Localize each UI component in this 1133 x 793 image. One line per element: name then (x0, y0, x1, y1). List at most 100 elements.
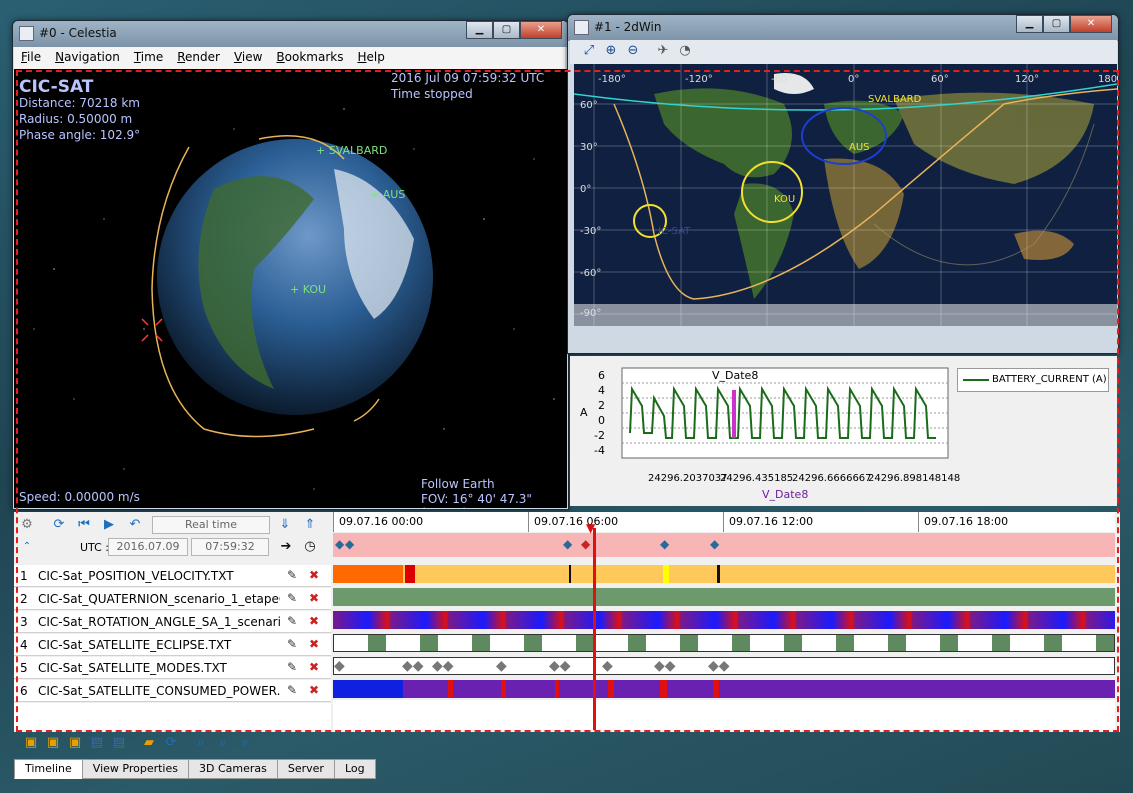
celestia-titlebar[interactable]: #0 - Celestia ▁ ▢ ✕ (13, 21, 568, 47)
satellite-icon[interactable]: ✈ (654, 43, 672, 61)
mode-marker: ◆◆ (654, 658, 676, 674)
timeline-row-label[interactable]: 2CIC-Sat_QUATERNION_scenario_1_etapeC.tx… (14, 588, 331, 610)
go-arrow-icon[interactable]: ➔ (277, 538, 295, 556)
edit-icon[interactable]: ✎ (284, 660, 300, 676)
world-map[interactable]: -180° -120° -60° 0° 60° 120° 180 60° 30°… (574, 64, 1117, 326)
edit-icon[interactable]: ✎ (284, 614, 300, 630)
menu-help[interactable]: Help (350, 47, 391, 69)
menu-time[interactable]: Time (127, 47, 170, 69)
tab-3d-cameras[interactable]: 3D Cameras (187, 759, 278, 779)
zoom-fit-icon[interactable]: ⌕ (192, 735, 210, 753)
refresh-icon[interactable]: ⟳ (162, 735, 180, 753)
mode-marker: ◆ (602, 658, 613, 674)
delete-icon[interactable]: ✖ (306, 591, 322, 607)
delete-icon[interactable]: ✖ (306, 660, 322, 676)
realtime-button[interactable]: Real time (152, 516, 270, 534)
loop-icon[interactable]: ⟳ (50, 516, 68, 534)
add-file-2-icon[interactable]: ▣ (44, 735, 62, 753)
phase-angle-text: Phase angle: 102.9° (19, 128, 141, 142)
save-icon[interactable]: ▤ (88, 735, 106, 753)
lon-label-1: -180° (598, 74, 626, 85)
tab-timeline[interactable]: Timeline (14, 759, 83, 779)
antenna-icon[interactable]: ◔ (676, 43, 694, 61)
menu-render[interactable]: Render (170, 47, 227, 69)
zoom-out-icon[interactable]: ⌕ (236, 735, 254, 753)
celestia-app-icon (19, 26, 34, 41)
scroll-up-icon[interactable]: ⇑ (301, 516, 319, 534)
settings-gear-icon[interactable]: ⚙ (18, 516, 36, 534)
object-name: CIC-SAT (19, 77, 94, 97)
time-cursor[interactable] (593, 528, 596, 730)
utc-date-input[interactable]: 2016.07.09 (108, 538, 188, 556)
tab-server[interactable]: Server (276, 759, 335, 779)
lon-label-5: 60° (931, 74, 949, 85)
fit-view-icon[interactable]: ⤢ (580, 43, 598, 61)
map-close-button[interactable]: ✕ (1070, 15, 1112, 33)
utc-time-input[interactable]: 07:59:32 (191, 538, 269, 556)
track-rotation-angle[interactable] (333, 611, 1115, 629)
delete-icon[interactable]: ✖ (306, 683, 322, 699)
edit-icon[interactable]: ✎ (284, 591, 300, 607)
map-minimize-button[interactable]: ▁ (1016, 15, 1043, 33)
reverse-icon[interactable]: ↶ (126, 516, 144, 534)
menu-bookmarks[interactable]: Bookmarks (269, 47, 350, 69)
event-marker[interactable]: ◆ (335, 537, 344, 551)
skip-start-icon[interactable]: ⏮ (75, 516, 93, 534)
site-label-svalbard: + SVALBARD (316, 144, 388, 157)
save-as-icon[interactable]: ▤ (110, 735, 128, 753)
collapse-icon[interactable]: ⌃ (18, 538, 36, 556)
scroll-down-icon[interactable]: ⇓ (276, 516, 294, 534)
track-consumed-power[interactable] (333, 680, 1115, 698)
close-button[interactable]: ✕ (520, 21, 562, 39)
map-titlebar[interactable]: #1 - 2dWin ▁ ▢ ✕ (568, 15, 1118, 41)
delete-icon[interactable]: ✖ (306, 637, 322, 653)
map-site-aus: AUS (849, 142, 870, 153)
event-marker[interactable]: ◆ (660, 537, 669, 551)
play-icon[interactable]: ▶ (100, 516, 118, 534)
tab-view-properties[interactable]: View Properties (81, 759, 189, 779)
delete-icon[interactable]: ✖ (306, 614, 322, 630)
tab-log[interactable]: Log (333, 759, 376, 779)
minimize-button[interactable]: ▁ (466, 21, 493, 39)
track-modes[interactable]: ◆ ◆◆ ◆◆ ◆ ◆◆ ◆ ◆◆ ◆◆ (333, 657, 1115, 675)
timeline-row-label[interactable]: 1 CIC-Sat_POSITION_VELOCITY.TXT ✎ ✖ (14, 565, 331, 587)
timeline-row-label[interactable]: 3CIC-Sat_ROTATION_ANGLE_SA_1_scenario_1_… (14, 611, 331, 633)
event-marker[interactable]: ◆ (710, 537, 719, 551)
track-quaternion[interactable] (333, 588, 1115, 606)
zoom-in-icon[interactable]: ⌕ (214, 735, 232, 753)
lat-label-4: -30° (580, 226, 602, 237)
ytick-6: -4 (594, 444, 605, 457)
track-eclipse[interactable] (333, 634, 1115, 652)
zoom-out-icon[interactable]: ⊖ (624, 43, 642, 61)
map-site-kou: KOU (774, 194, 796, 205)
clock-icon[interactable]: ◷ (301, 538, 319, 556)
add-file-icon[interactable]: ▣ (22, 735, 40, 753)
menu-view[interactable]: View (227, 47, 269, 69)
map-maximize-button[interactable]: ▢ (1043, 15, 1070, 33)
timeline-row-label[interactable]: 6 CIC-Sat_SATELLITE_CONSUMED_POWER.txt ✎ ✖ (14, 680, 331, 702)
3d-space-view[interactable]: CIC-SAT Distance: 70218 km Radius: 0.500… (14, 69, 567, 508)
celestia-title: #0 - Celestia (39, 26, 117, 40)
time-cursor-head-icon[interactable]: ▼ (586, 521, 595, 535)
time-axis[interactable]: 09.07.16 00:00 09.07.16 06:00 09.07.16 1… (333, 512, 1115, 532)
add-folder-icon[interactable]: ▰ (140, 735, 158, 753)
add-file-3-icon[interactable]: ▣ (66, 735, 84, 753)
track-position-velocity[interactable] (333, 565, 1115, 583)
events-track[interactable]: ◆ ◆ ◆ ◆ ◆ ◆ (333, 533, 1115, 557)
site-label-kou: + KOU (290, 283, 327, 296)
timeline-row-label[interactable]: 5 CIC-Sat_SATELLITE_MODES.TXT ✎ ✖ (14, 657, 331, 679)
event-marker[interactable]: ◆ (345, 537, 354, 551)
menu-file[interactable]: File (14, 47, 48, 69)
timeline-toolbar: ▣ ▣ ▣ ▤ ▤ ▰ ⟳ ⌕ ⌕ ⌕ (22, 735, 254, 753)
zoom-in-icon[interactable]: ⊕ (602, 43, 620, 61)
maximize-button[interactable]: ▢ (493, 21, 520, 39)
distance-text: Distance: 70218 km (19, 96, 140, 110)
event-marker[interactable]: ◆ (563, 537, 572, 551)
timeline-row-label[interactable]: 4 CIC-Sat_SATELLITE_ECLIPSE.TXT ✎ ✖ (14, 634, 331, 656)
edit-icon[interactable]: ✎ (284, 683, 300, 699)
edit-icon[interactable]: ✎ (284, 568, 300, 584)
delete-icon[interactable]: ✖ (306, 568, 322, 584)
event-marker[interactable]: ◆ (581, 537, 590, 551)
menu-navigation[interactable]: Navigation (48, 47, 127, 69)
edit-icon[interactable]: ✎ (284, 637, 300, 653)
